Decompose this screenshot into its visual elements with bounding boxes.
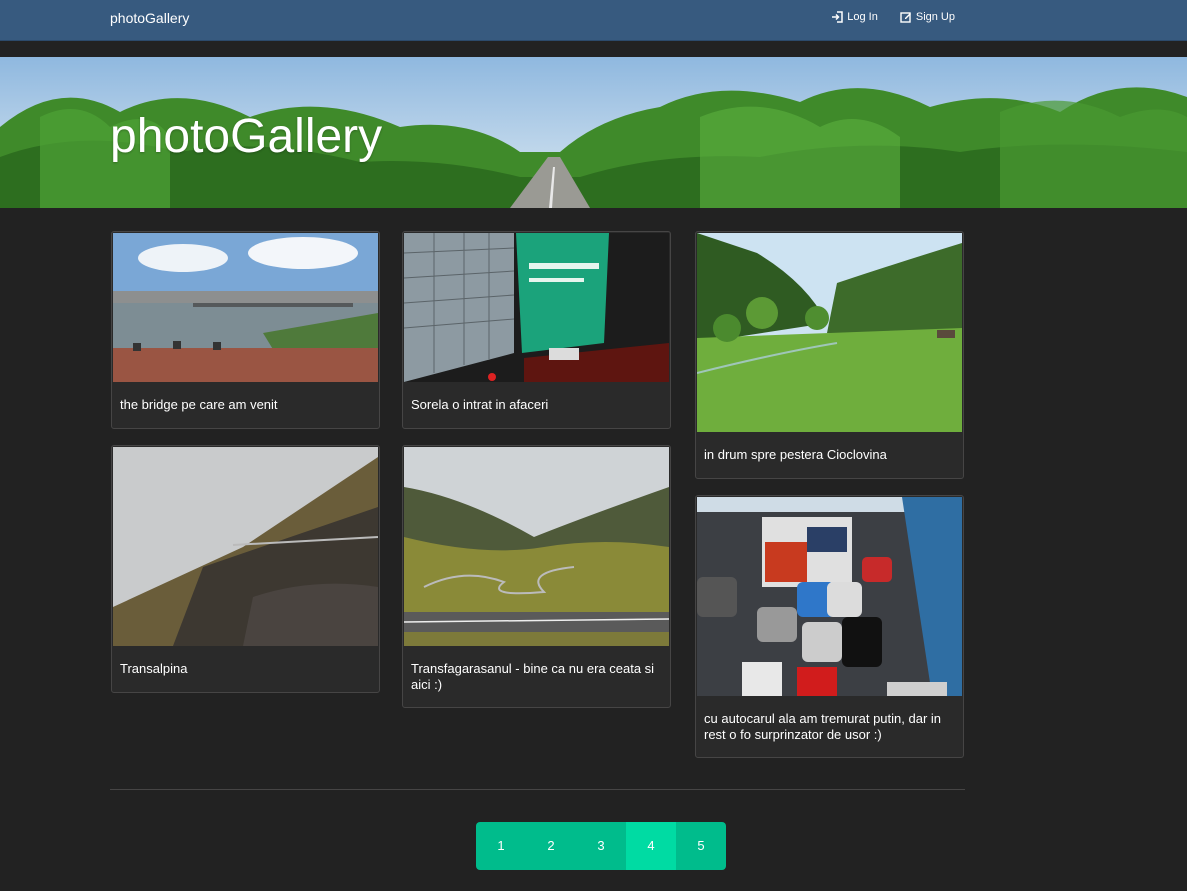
login-link[interactable]: Log In — [831, 11, 878, 23]
bridge-photo[interactable] — [113, 233, 378, 382]
gallery-card[interactable]: the bridge pe care am venit — [111, 231, 380, 429]
nav-right: Log In Sign Up — [831, 11, 955, 23]
page-link-1[interactable]: 1 — [476, 822, 526, 870]
card-caption: cu autocarul ala am tremurat putin, dar … — [704, 711, 942, 742]
page-link-2[interactable]: 2 — [526, 822, 576, 870]
page-link-4-active[interactable]: 4 — [626, 822, 676, 870]
hero-title: photoGallery — [110, 110, 383, 163]
hero-banner: photoGallery — [0, 57, 1187, 208]
card-caption: Transalpina — [120, 661, 188, 676]
card-caption: Sorela o intrat in afaceri — [411, 397, 549, 412]
page-link-5[interactable]: 5 — [676, 822, 726, 870]
gallery-card[interactable]: in drum spre pestera Cioclovina — [695, 231, 964, 479]
shopping-center-photo[interactable] — [404, 233, 669, 382]
gallery-card[interactable]: Transalpina — [111, 445, 380, 693]
pagination: 1 2 3 4 5 — [476, 822, 726, 870]
signup-link[interactable]: Sign Up — [900, 11, 955, 23]
card-caption: Transfagarasanul - bine ca nu era ceata … — [411, 661, 655, 692]
card-caption: in drum spre pestera Cioclovina — [704, 447, 887, 462]
valley-photo[interactable] — [697, 233, 962, 432]
gallery-card[interactable]: Sorela o intrat in afaceri — [402, 231, 671, 429]
transalpina-photo[interactable] — [113, 447, 378, 646]
login-label: Log In — [847, 11, 878, 23]
gallery-card[interactable]: Transfagarasanul - bine ca nu era ceata … — [402, 445, 671, 708]
edit-icon — [900, 12, 911, 23]
page-link-3[interactable]: 3 — [576, 822, 626, 870]
navbar: photoGallery Log In Sign Up — [0, 0, 1187, 41]
gallery-card[interactable]: cu autocarul ala am tremurat putin, dar … — [695, 495, 964, 758]
card-caption: the bridge pe care am venit — [120, 397, 278, 412]
ferry-cars-photo[interactable] — [697, 497, 962, 696]
signup-label: Sign Up — [915, 11, 955, 23]
section-divider — [110, 789, 965, 790]
login-icon — [832, 11, 844, 23]
brand-link[interactable]: photoGallery — [110, 10, 189, 26]
transfagarasan-photo[interactable] — [404, 447, 669, 646]
